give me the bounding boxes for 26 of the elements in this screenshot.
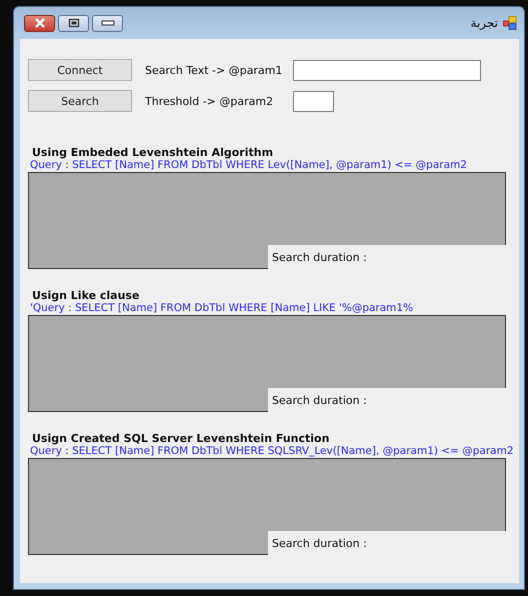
action-button[interactable]: Connect [28, 59, 132, 81]
window-title: تجربة [470, 16, 498, 30]
app-icon [503, 16, 517, 30]
input-field[interactable] [293, 90, 334, 112]
duration-label: Search duration : [268, 388, 506, 412]
results-list[interactable]: Search duration : [28, 172, 506, 269]
field-label: Search Text -> @param1 [145, 64, 284, 76]
input-field[interactable] [293, 60, 481, 80]
close-icon [32, 18, 46, 28]
close-button[interactable] [24, 14, 55, 32]
duration-label: Search duration : [268, 245, 506, 269]
maximize-icon [68, 18, 80, 28]
field-label: Threshold -> @param2 [145, 94, 274, 108]
results-list[interactable]: Search duration : [28, 458, 506, 555]
maximize-button[interactable] [58, 14, 89, 32]
minimize-button[interactable] [92, 14, 123, 32]
query-text: Query : SELECT [Name] FROM DbTbl WHERE SQLSRV_Lev([Name], @param1) <= @param2 [29, 445, 515, 457]
results-list[interactable]: Search duration : [28, 315, 506, 412]
query-text: 'Query : SELECT [Name] FROM DbTbl WHERE [Name] LIKE '%@param1% [29, 302, 414, 314]
query-text: Query : SELECT [Name] FROM DbTbl WHERE Lev([Name], @param1) <= @param2 [29, 159, 468, 171]
section-heading: Usign Created SQL Server Levenshtein Function [31, 432, 330, 445]
duration-label: Search duration : [268, 531, 506, 555]
section-heading: Usign Like clause [31, 289, 140, 302]
minimize-icon [100, 20, 114, 26]
section-heading: Using Embeded Levenshtein Algorithm [31, 146, 274, 159]
action-button[interactable]: Search [28, 90, 132, 112]
